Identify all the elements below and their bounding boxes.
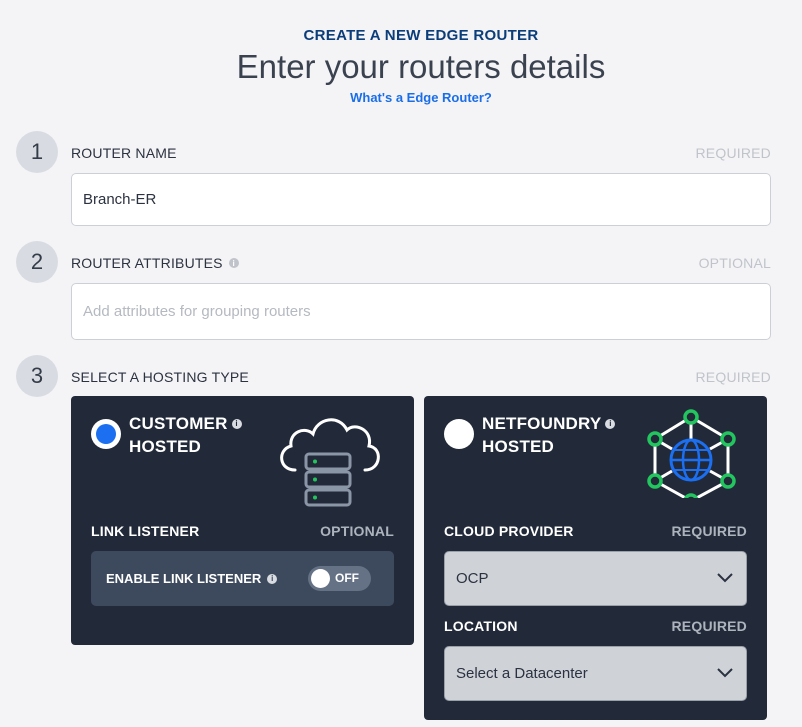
location-select[interactable]: Select a Datacenter xyxy=(444,646,747,701)
info-icon[interactable]: i xyxy=(228,258,239,268)
netfoundry-hosted-radio[interactable] xyxy=(444,419,474,449)
chevron-down-icon xyxy=(717,573,733,583)
hosting-type-label: SELECT A HOSTING TYPE xyxy=(71,369,249,385)
location-value: Select a Datacenter xyxy=(456,665,588,682)
router-name-requirement: REQUIRED xyxy=(695,145,771,161)
info-icon[interactable]: i xyxy=(605,418,616,429)
page-title: Enter your routers details xyxy=(236,48,606,85)
router-attributes-requirement: OPTIONAL xyxy=(698,255,771,271)
router-attributes-label: ROUTER ATTRIBUTES i xyxy=(71,255,239,271)
cloud-provider-value: OCP xyxy=(456,570,489,587)
step-1-badge: 1 xyxy=(16,131,58,173)
router-attributes-label-text: ROUTER ATTRIBUTES xyxy=(71,255,223,271)
chevron-down-icon xyxy=(717,668,733,678)
netfoundry-hosted-title-line1: NETFOUNDRY xyxy=(482,414,602,433)
netfoundry-hosted-title: NETFOUNDRY i HOSTED xyxy=(482,412,616,458)
location-requirement: REQUIRED xyxy=(671,618,747,634)
router-name-input[interactable] xyxy=(71,173,771,226)
cloud-provider-requirement: REQUIRED xyxy=(671,523,747,539)
cloud-server-icon xyxy=(280,418,380,507)
cloud-provider-label: CLOUD PROVIDER xyxy=(444,523,574,539)
link-listener-panel: ENABLE LINK LISTENER i OFF xyxy=(91,551,394,606)
step-2-badge: 2 xyxy=(16,241,58,283)
enable-link-listener-label: ENABLE LINK LISTENER i xyxy=(106,571,278,586)
customer-hosted-title: CUSTOMER i HOSTED xyxy=(129,412,242,458)
step-3-badge: 3 xyxy=(16,355,58,397)
customer-hosted-card[interactable]: CUSTOMER i HOSTED LINK LISTENER OPTIONAL … xyxy=(71,396,414,645)
cloud-provider-select[interactable]: OCP xyxy=(444,551,747,606)
link-listener-requirement: OPTIONAL xyxy=(320,523,394,539)
customer-hosted-radio[interactable] xyxy=(91,419,121,449)
hosting-type-requirement: REQUIRED xyxy=(695,369,771,385)
netfoundry-hosted-card[interactable]: NETFOUNDRY i HOSTED CLOUD PROVIDER REQUI… xyxy=(424,396,767,720)
location-label: LOCATION xyxy=(444,618,518,634)
page-eyebrow: CREATE A NEW EDGE ROUTER xyxy=(303,27,539,44)
customer-hosted-title-line2: HOSTED xyxy=(129,437,202,456)
info-icon[interactable]: i xyxy=(267,573,278,584)
router-attributes-input[interactable] xyxy=(71,283,771,340)
link-listener-toggle[interactable]: OFF xyxy=(308,566,371,591)
router-name-label-text: ROUTER NAME xyxy=(71,145,177,161)
link-listener-label: LINK LISTENER xyxy=(91,523,200,539)
help-link[interactable]: What's a Edge Router? xyxy=(0,90,802,105)
enable-link-listener-text: ENABLE LINK LISTENER xyxy=(106,571,262,586)
customer-hosted-title-line1: CUSTOMER xyxy=(129,414,228,433)
toggle-state-label: OFF xyxy=(335,571,359,585)
hosting-type-label-text: SELECT A HOSTING TYPE xyxy=(71,369,249,385)
global-network-icon xyxy=(647,409,736,498)
info-icon[interactable]: i xyxy=(231,418,242,429)
toggle-knob xyxy=(311,569,330,588)
router-name-label: ROUTER NAME xyxy=(71,145,177,161)
netfoundry-hosted-title-line2: HOSTED xyxy=(482,437,555,456)
